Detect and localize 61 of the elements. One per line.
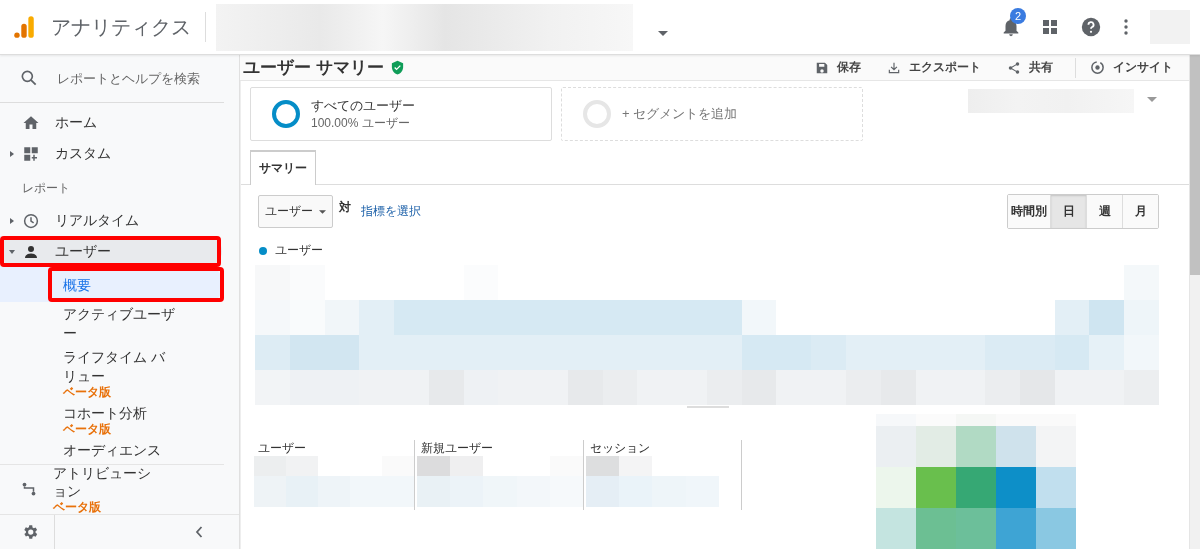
save-icon (815, 60, 829, 75)
section-label: レポート (21, 179, 71, 197)
nav-item[interactable]: リアルタイム (0, 205, 222, 237)
add-segment-label: + セグメントを追加 (622, 105, 738, 123)
tab[interactable]: サマリー (250, 151, 316, 185)
segment-ring-icon (583, 100, 611, 128)
analytics-logo-icon (11, 14, 37, 40)
select-metric-link[interactable]: 指標を選択 (361, 203, 421, 220)
nav-item[interactable]: ホーム (0, 107, 222, 139)
app-title: アナリティクス (51, 14, 191, 40)
toolbar-button[interactable]: 共有 (1003, 55, 1057, 80)
caret-down-icon[interactable] (9, 248, 15, 255)
add-segment-card[interactable]: + セグメントを追加 (561, 87, 863, 141)
legend-label: ユーザー (275, 242, 323, 259)
notification-count: 2 (1010, 8, 1027, 24)
sub-nav-item[interactable]: オーディエンス (0, 438, 222, 463)
beta-label: ベータ版 (53, 501, 102, 514)
caret-icon (319, 209, 326, 214)
metric-dropdown[interactable]: ユーザー (258, 195, 333, 228)
caret-right-icon[interactable] (9, 150, 15, 157)
metric-label: セッション (589, 440, 651, 456)
sub-nav-item[interactable]: アクティブユーザー (0, 302, 222, 346)
beta-label: ベータ版 (63, 386, 111, 400)
caret-right-icon[interactable] (9, 218, 15, 225)
collapse-chevron-icon[interactable] (195, 526, 203, 538)
scrollbar[interactable] (1189, 55, 1200, 549)
granularity-button[interactable]: 時間別 (1008, 195, 1050, 228)
clock-icon (22, 212, 40, 231)
share-icon (1007, 60, 1021, 75)
toolbar-button[interactable]: 保存 (811, 55, 865, 80)
segment-ring-icon (272, 100, 300, 128)
page-title: ユーザー サマリー (243, 57, 384, 79)
sub-nav-item[interactable]: ライフタイム バリュー ベータ版 (0, 345, 222, 402)
home-icon (22, 114, 40, 132)
caret-icon[interactable] (658, 30, 668, 36)
nav-item[interactable]: ユーザー (0, 236, 222, 268)
sub-nav-item[interactable]: コホート分析 ベータ版 (0, 401, 222, 439)
granularity-button[interactable]: 週 (1086, 195, 1122, 228)
more-options-icon[interactable] (1124, 19, 1128, 35)
metric-label: ユーザー (257, 440, 307, 456)
granularity-button[interactable]: 月 (1122, 195, 1158, 228)
search-field[interactable]: レポートとヘルプを検索 (57, 67, 227, 89)
segment-card[interactable]: すべてのユーザー 100.00% ユーザー (250, 87, 552, 141)
beta-label: ベータ版 (63, 423, 111, 437)
toolbar-button[interactable]: インサイト (1086, 55, 1177, 80)
toolbar-button[interactable]: エクスポート (883, 55, 985, 80)
nav-item[interactable]: カスタム (0, 138, 222, 169)
caret-icon[interactable] (1147, 97, 1157, 102)
insight-icon (1090, 60, 1105, 75)
nav-item[interactable]: アトリビューション ベータ版 (0, 465, 222, 514)
apps-grid-icon[interactable] (1042, 19, 1058, 35)
granularity-button[interactable]: 日 (1050, 195, 1086, 228)
download-icon (887, 60, 901, 75)
verified-shield-icon (389, 60, 405, 75)
help-icon[interactable] (1080, 16, 1102, 38)
versus-label: 対 (339, 199, 351, 216)
metric-label: 新規ユーザー (420, 440, 494, 456)
sub-nav-item[interactable]: 概要 (0, 267, 222, 303)
segment-name: すべてのユーザー (311, 96, 415, 115)
dashboard-add-icon (22, 144, 40, 163)
segment-share: 100.00% ユーザー (311, 114, 411, 132)
